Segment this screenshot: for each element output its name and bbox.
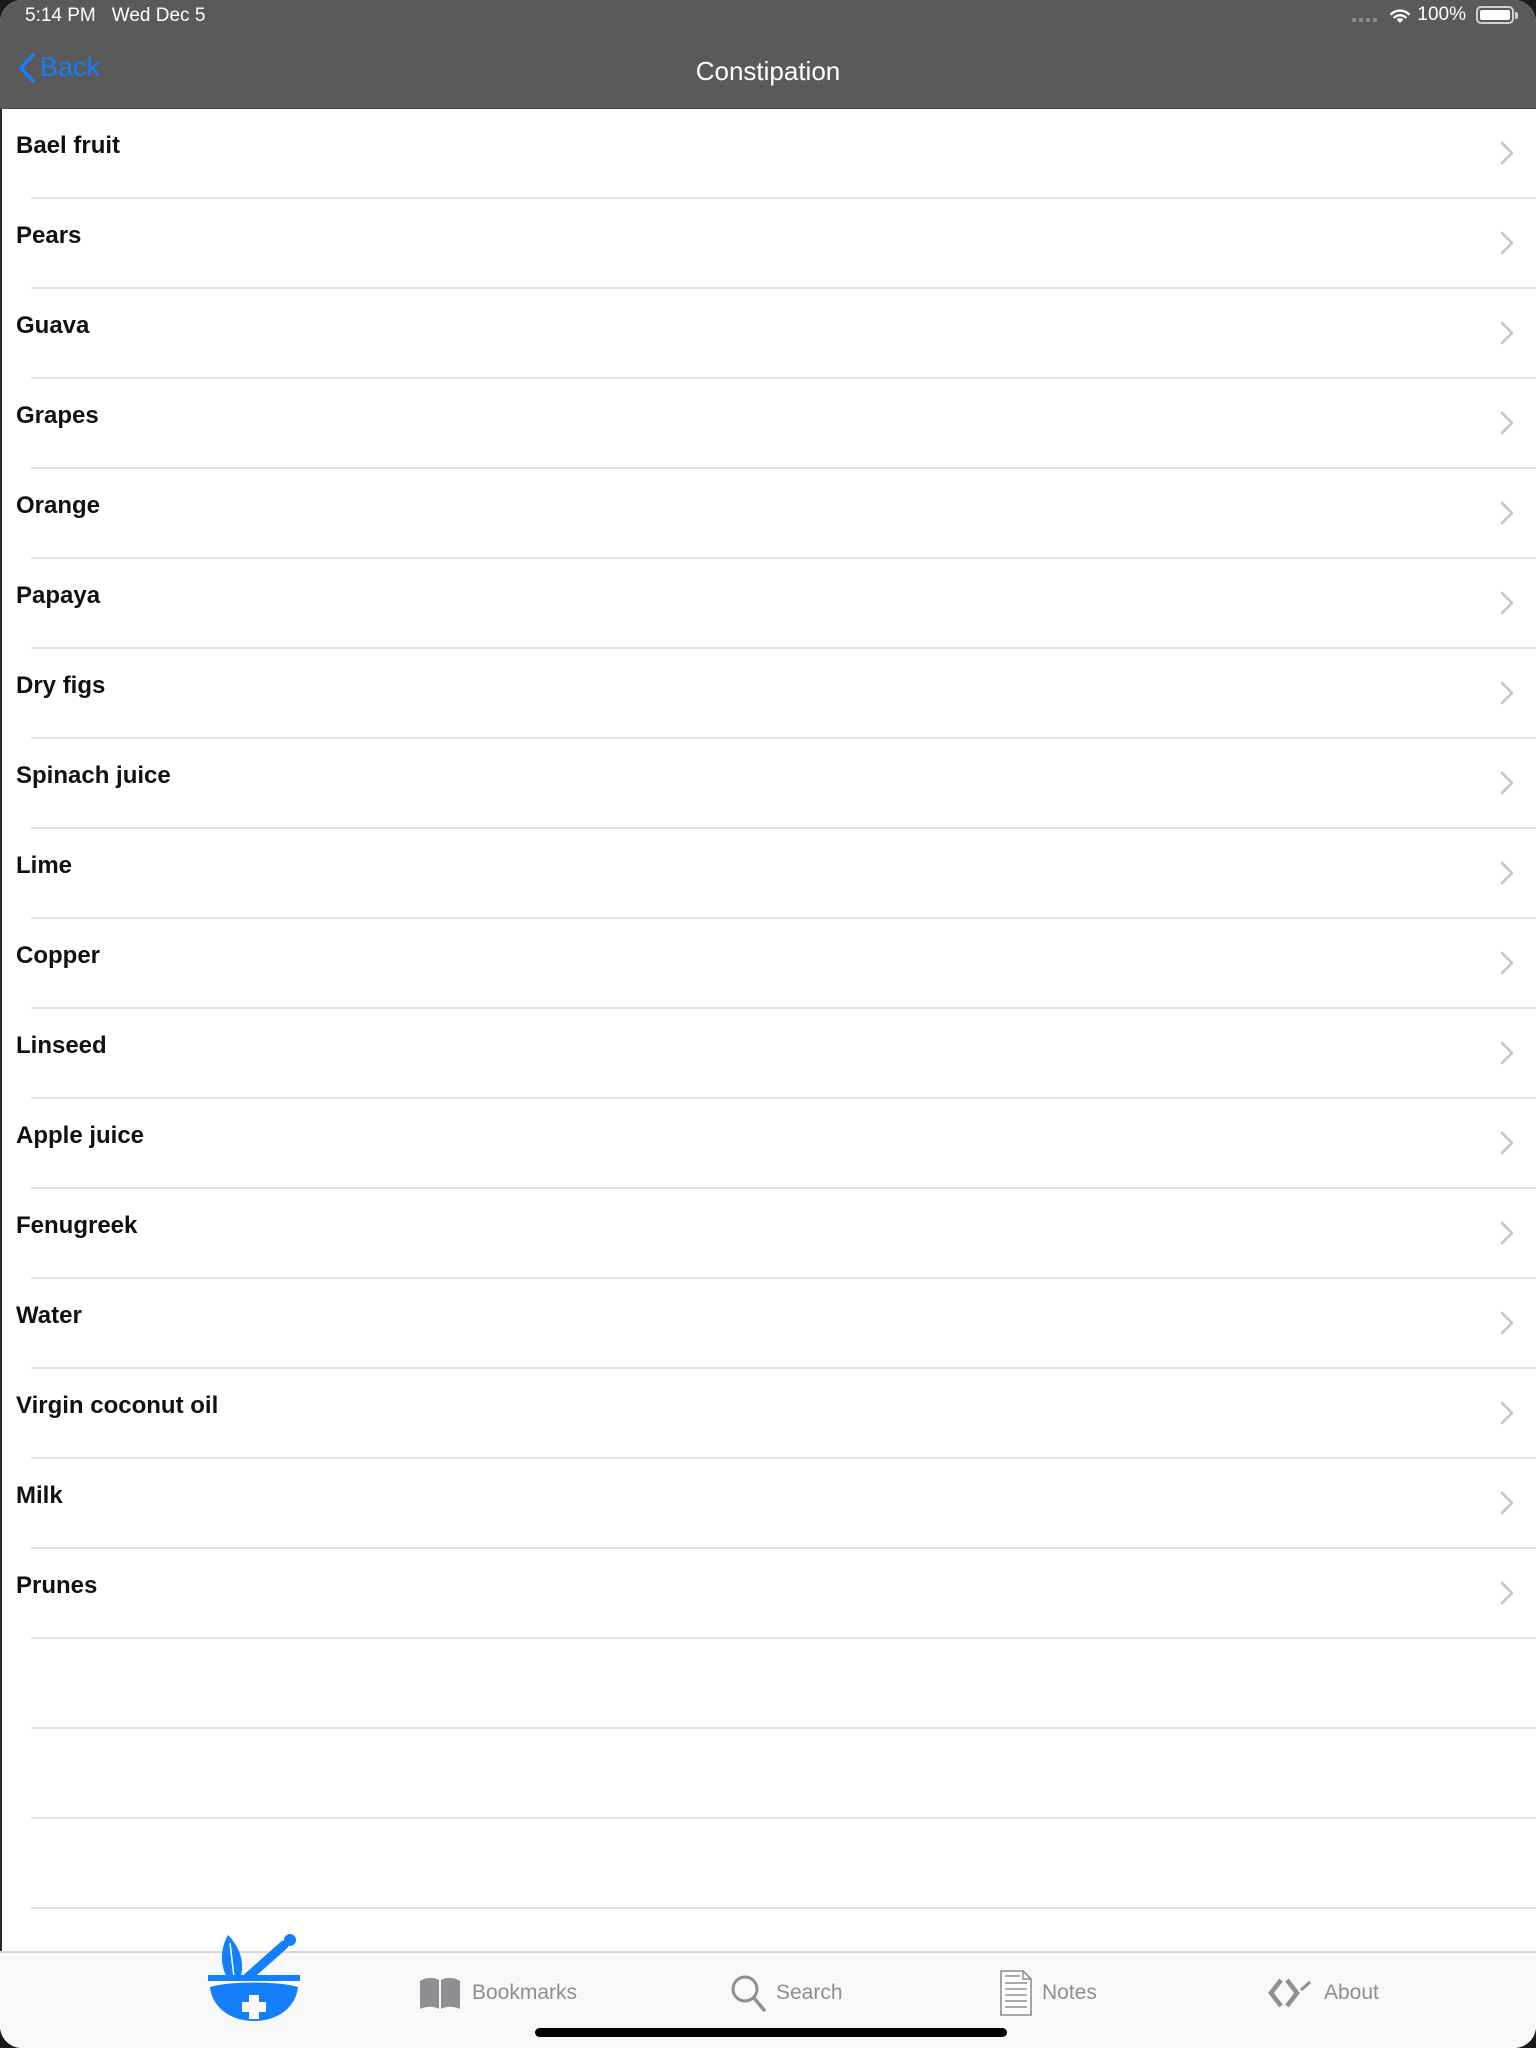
list-item[interactable]: Virgin coconut oil	[0, 1369, 1536, 1459]
app-screen: 5:14 PM Wed Dec 5 100% Back Constipation…	[0, 0, 1536, 2048]
tab-home[interactable]	[208, 1934, 300, 2021]
chevron-right-icon	[1500, 411, 1514, 435]
list-item-label: Linseed	[16, 1032, 107, 1059]
code-brackets-icon	[1268, 1978, 1311, 2008]
status-date: Wed Dec 5	[111, 5, 206, 26]
list-item[interactable]: Bael fruit	[0, 109, 1536, 199]
status-time: 5:14 PM	[25, 5, 96, 26]
status-bar-left: 5:14 PM Wed Dec 5	[25, 5, 205, 27]
list-item[interactable]: Pears	[0, 199, 1536, 289]
list-item[interactable]: Grapes	[0, 379, 1536, 469]
list-item-label: Dry figs	[16, 672, 106, 699]
list-item-label: Spinach juice	[16, 762, 171, 789]
document-icon	[1000, 1970, 1032, 2016]
status-bar-right: 100%	[1352, 4, 1518, 26]
chevron-right-icon	[1500, 321, 1514, 345]
signal-dots-icon	[1352, 8, 1378, 22]
empty-row	[0, 1819, 1536, 1909]
list-item[interactable]: Guava	[0, 289, 1536, 379]
magnifier-icon	[731, 1975, 766, 2012]
tab-about-label: About	[1324, 1981, 1379, 2004]
tab-search[interactable]: Search	[730, 1967, 843, 2019]
book-icon	[420, 1977, 460, 2009]
chevron-right-icon	[1500, 861, 1514, 885]
list-item-label: Prunes	[16, 1572, 98, 1599]
list-item[interactable]: Fenugreek	[0, 1189, 1536, 1279]
tab-search-label: Search	[776, 1981, 843, 2004]
page-title: Constipation	[695, 56, 841, 86]
chevron-right-icon	[1500, 1491, 1514, 1515]
chevron-right-icon	[1500, 1311, 1514, 1335]
list-item-label: Papaya	[16, 582, 101, 609]
list-item-label: Copper	[16, 942, 100, 969]
wifi-icon	[1390, 8, 1411, 23]
empty-row	[0, 1729, 1536, 1819]
list-item[interactable]: Dry figs	[0, 649, 1536, 739]
remedy-list: Bael fruit Pears Guava Grapes Orange Papaya Dr…	[0, 109, 1536, 1909]
list-item[interactable]: Copper	[0, 919, 1536, 1009]
list-item-label: Fenugreek	[16, 1212, 138, 1239]
list-item[interactable]: Orange	[0, 469, 1536, 559]
battery-icon	[1476, 6, 1518, 24]
chevron-right-icon	[1500, 1041, 1514, 1065]
list-item-label: Pears	[16, 222, 82, 249]
battery-percent: 100%	[1417, 4, 1466, 25]
list-item-label: Grapes	[16, 402, 99, 429]
navigation-bar: 5:14 PM Wed Dec 5 100% Back Constipation	[0, 0, 1536, 109]
list-item-label: Milk	[16, 1482, 63, 1509]
chevron-right-icon	[1500, 681, 1514, 705]
mortar-pestle-leaf-icon	[208, 1934, 300, 2021]
list-item-label: Lime	[16, 852, 73, 879]
chevron-right-icon	[1500, 1131, 1514, 1155]
empty-row	[0, 1639, 1536, 1729]
chevron-right-icon	[1500, 231, 1514, 255]
chevron-right-icon	[1500, 501, 1514, 525]
list-item[interactable]: Lime	[0, 829, 1536, 919]
chevron-right-icon	[1500, 771, 1514, 795]
home-indicator[interactable]	[535, 2028, 1007, 2037]
list-item[interactable]: Water	[0, 1279, 1536, 1369]
chevron-right-icon	[1500, 951, 1514, 975]
tab-bookmarks-label: Bookmarks	[472, 1981, 578, 2004]
list-item[interactable]: Papaya	[0, 559, 1536, 649]
list-item[interactable]: Milk	[0, 1459, 1536, 1549]
list-item-label: Bael fruit	[16, 132, 121, 159]
chevron-right-icon	[1500, 591, 1514, 615]
tab-about[interactable]: About	[1268, 1967, 1379, 2019]
tab-bookmarks[interactable]: Bookmarks	[418, 1967, 577, 2019]
chevron-right-icon	[1500, 1581, 1514, 1605]
list-item[interactable]: Spinach juice	[0, 739, 1536, 829]
tab-notes-label: Notes	[1042, 1981, 1097, 2004]
chevron-right-icon	[1500, 141, 1514, 165]
list-item-label: Guava	[16, 312, 90, 339]
chevron-right-icon	[1500, 1401, 1514, 1425]
list-item[interactable]: Prunes	[0, 1549, 1536, 1639]
list-item-label: Virgin coconut oil	[16, 1392, 219, 1419]
list-item-label: Apple juice	[16, 1122, 145, 1149]
list-item[interactable]: Linseed	[0, 1009, 1536, 1099]
chevron-right-icon	[1500, 1221, 1514, 1245]
list-item[interactable]: Apple juice	[0, 1099, 1536, 1189]
tab-notes[interactable]: Notes	[1000, 1967, 1097, 2019]
list-item-label: Orange	[16, 492, 101, 519]
list-item-label: Water	[16, 1302, 82, 1329]
